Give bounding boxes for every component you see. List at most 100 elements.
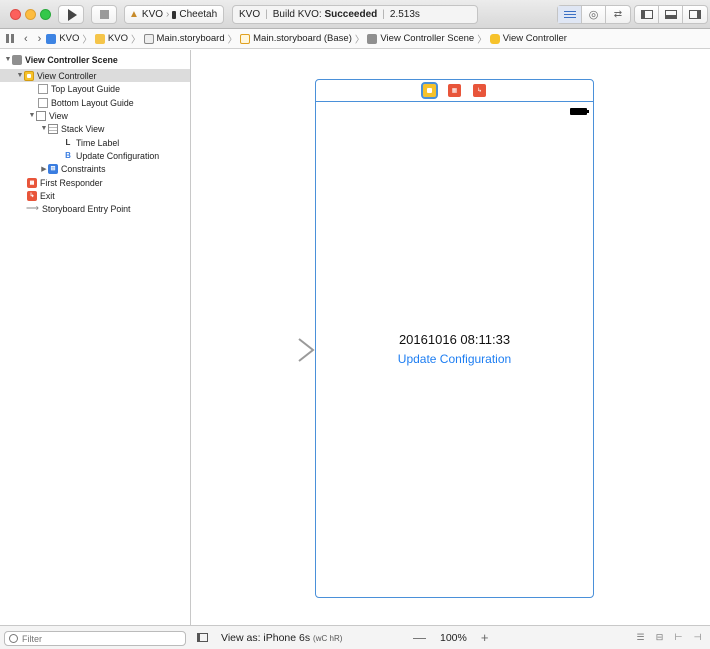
breadcrumb-label: KVO <box>59 33 80 44</box>
project-icon <box>46 33 57 44</box>
view-as-label: View as: iPhone 6s <box>221 632 311 644</box>
exit-icon[interactable]: ↳ <box>473 84 486 97</box>
breadcrumb-storyboard[interactable]: Main.storyboard <box>143 33 225 44</box>
forward-button[interactable]: › <box>38 33 42 45</box>
outline-item-time-label[interactable]: L Time Label <box>0 136 190 149</box>
outline-item-view[interactable]: ▼ View <box>0 109 190 122</box>
disclosure-closed-icon[interactable]: ▶ <box>40 165 48 173</box>
align-icon[interactable]: ⊟ <box>653 632 666 643</box>
breadcrumb-label: View Controller Scene <box>380 33 475 44</box>
outline-item-label: Constraints <box>61 163 106 174</box>
minimize-window-button[interactable] <box>25 9 36 20</box>
chevron-right-icon: 〉 <box>130 34 141 46</box>
storyboard-canvas[interactable]: ▦ ↳ 20161016 08:11:33 Update Configurati… <box>191 50 710 625</box>
entry-point-icon: ⟶ <box>26 203 39 213</box>
disclosure-open-icon[interactable]: ▼ <box>4 56 12 63</box>
pin-icon[interactable]: ⊢ <box>672 632 685 643</box>
build-status-prefix: Build KVO: <box>272 9 322 20</box>
scheme-device: Cheetah <box>179 9 218 20</box>
jump-bar: ‹ › KVO 〉 KVO 〉 Main.storyboard 〉 Main.s… <box>0 29 710 49</box>
navigator-toggle-button[interactable] <box>635 6 659 23</box>
outline-item-constraints[interactable]: ▶ ⊞ Constraints <box>0 162 190 175</box>
layout-guide-icon <box>38 97 48 108</box>
view-icon <box>36 110 46 121</box>
zoom-window-button[interactable] <box>40 9 51 20</box>
separator: | <box>265 9 268 20</box>
outline-item-view-controller[interactable]: ▼ View Controller <box>0 69 190 82</box>
utilities-toggle-button[interactable] <box>683 6 707 23</box>
exit-icon: ↳ <box>27 190 37 201</box>
run-button[interactable] <box>58 5 84 24</box>
breadcrumb-project[interactable]: KVO <box>46 33 79 44</box>
scheme-project: KVO <box>141 9 164 20</box>
outline-item-storyboard-entry-point[interactable]: ⟶ Storyboard Entry Point <box>0 202 190 215</box>
breadcrumb-label: Main.storyboard (Base) <box>253 33 352 44</box>
build-status: Succeeded <box>324 9 378 20</box>
scene-dock: ▦ ↳ <box>316 80 593 102</box>
disclosure-open-icon[interactable]: ▼ <box>28 112 36 119</box>
stop-button[interactable] <box>91 5 117 24</box>
outline-item-label: Storyboard Entry Point <box>42 203 131 214</box>
chevron-right-icon: 〉 <box>354 34 365 46</box>
filter-input[interactable] <box>22 633 172 644</box>
view-controller-icon <box>489 33 500 44</box>
close-window-button[interactable] <box>10 9 21 20</box>
editor-mode-control: ◎ ⇄ <box>557 5 631 24</box>
activity-target: KVO <box>239 9 261 20</box>
update-configuration-button[interactable]: Update Configuration <box>316 352 593 366</box>
breadcrumb-scene[interactable]: View Controller Scene <box>367 33 474 44</box>
stack-icon[interactable]: ☰ <box>634 632 647 643</box>
outline-item-label: Update Configuration <box>76 150 160 161</box>
view-controller-scene[interactable]: ▦ ↳ 20161016 08:11:33 Update Configurati… <box>315 79 594 598</box>
disclosure-open-icon[interactable]: ▼ <box>16 72 24 79</box>
breadcrumb-group[interactable]: KVO <box>94 33 128 44</box>
outline-filter-field[interactable] <box>4 631 186 646</box>
view-as-selector[interactable]: View as: iPhone 6s (wC hR) <box>221 632 342 644</box>
filter-icon <box>9 634 18 643</box>
size-class-height: hR <box>329 634 340 643</box>
document-outline: ▼ View Controller Scene ▼ View Controlle… <box>0 50 191 625</box>
layout-guide-icon <box>38 83 48 94</box>
outline-item-stack-view[interactable]: ▼ Stack View <box>0 122 190 135</box>
entry-point-arrow[interactable] <box>241 335 316 365</box>
standard-editor-button[interactable] <box>558 6 582 23</box>
size-class: (wC hR) <box>313 634 343 643</box>
outline-item-view-controller-scene[interactable]: ▼ View Controller Scene <box>0 53 190 66</box>
chevron-right-icon: 〉 <box>227 34 238 46</box>
stack-view-icon <box>48 123 58 134</box>
zoom-in-button[interactable]: + <box>481 630 489 645</box>
storyboard-file-icon <box>240 33 251 44</box>
disclosure-open-icon[interactable]: ▼ <box>40 125 48 132</box>
outline-item-label: View Controller Scene <box>25 54 118 65</box>
debug-toggle-button[interactable] <box>659 6 683 23</box>
view-toggle-control <box>634 5 708 24</box>
view-controller-icon[interactable] <box>421 82 438 99</box>
device-icon <box>172 10 177 19</box>
time-label[interactable]: 20161016 08:11:33 <box>316 332 593 347</box>
folder-icon <box>94 33 105 44</box>
outline-item-exit[interactable]: ↳ Exit <box>0 189 190 202</box>
first-responder-icon[interactable]: ▦ <box>448 84 461 97</box>
bottom-bar: View as: iPhone 6s (wC hR) — 100% + ☰ ⊟ … <box>0 625 710 649</box>
outline-item-top-layout-guide[interactable]: Top Layout Guide <box>0 82 190 95</box>
right-panel-icon <box>689 10 701 19</box>
build-duration: 2.513s <box>389 9 420 20</box>
outline-item-first-responder[interactable]: ▦ First Responder <box>0 176 190 189</box>
zoom-out-button[interactable]: — <box>413 630 426 645</box>
related-items-icon[interactable] <box>6 34 15 43</box>
breadcrumb-view-controller[interactable]: View Controller <box>489 33 567 44</box>
separator: | <box>382 9 385 20</box>
breadcrumb-storyboard-base[interactable]: Main.storyboard (Base) <box>240 33 352 44</box>
outline-item-update-configuration[interactable]: B Update Configuration <box>0 149 190 162</box>
rings-icon: ◎ <box>588 9 599 21</box>
arrows-icon: ⇄ <box>613 9 623 20</box>
assistant-editor-button[interactable]: ◎ <box>582 6 606 23</box>
back-button[interactable]: ‹ <box>24 33 28 45</box>
outline-item-bottom-layout-guide[interactable]: Bottom Layout Guide <box>0 96 190 109</box>
outline-toggle-icon[interactable] <box>197 633 208 642</box>
resolve-issues-icon[interactable]: ⊣ <box>691 632 704 643</box>
stop-icon <box>99 10 109 19</box>
version-editor-button[interactable]: ⇄ <box>606 6 630 23</box>
scheme-selector[interactable]: ▲ KVO › Cheetah <box>124 5 224 24</box>
outline-item-label: View Controller <box>37 70 97 81</box>
